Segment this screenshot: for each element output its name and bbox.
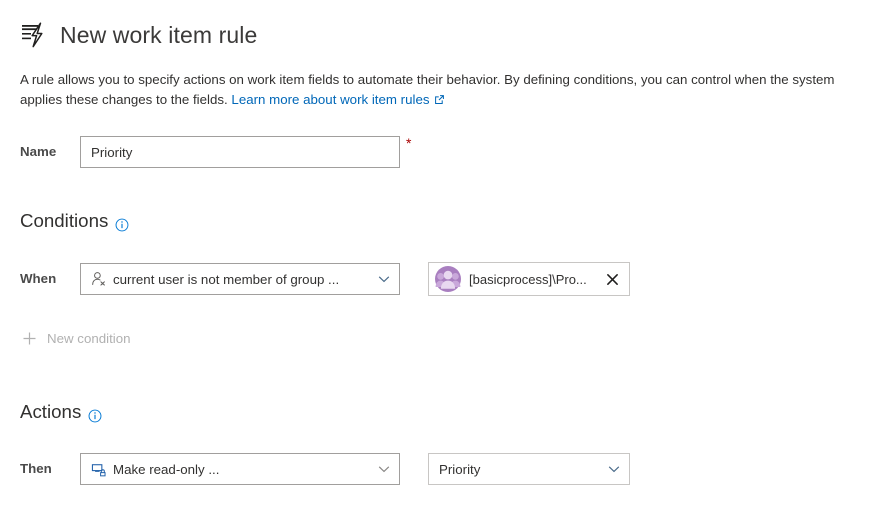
new-condition-button[interactable]: New condition — [0, 331, 131, 346]
learn-more-link[interactable]: Learn more about work item rules — [231, 92, 444, 107]
condition-type-value: current user is not member of group ... — [113, 272, 371, 287]
conditions-heading-label: Conditions — [20, 209, 108, 233]
then-row: Then Make read-only ... Priority — [0, 453, 630, 485]
action-field-value: Priority — [439, 462, 601, 477]
name-input[interactable] — [80, 136, 400, 168]
actions-heading-label: Actions — [20, 400, 81, 424]
chevron-down-icon — [377, 272, 391, 286]
group-avatar-icon — [435, 266, 461, 292]
action-field-dropdown[interactable]: Priority — [428, 453, 630, 485]
rule-description: A rule allows you to specify actions on … — [20, 70, 848, 110]
actions-heading: Actions — [0, 400, 102, 424]
conditions-info-icon[interactable] — [115, 214, 129, 228]
action-type-dropdown[interactable]: Make read-only ... — [80, 453, 400, 485]
rule-lightning-icon — [20, 20, 50, 50]
then-label: Then — [20, 461, 80, 477]
when-row: When current user is not member of group… — [0, 262, 630, 296]
name-field-shell: * — [80, 136, 411, 168]
chevron-down-icon — [607, 462, 621, 476]
make-read-only-icon — [91, 461, 107, 477]
identity-display-name: [basicprocess]\Pro... — [469, 272, 597, 287]
learn-more-label: Learn more about work item rules — [231, 92, 429, 107]
external-link-icon — [434, 91, 445, 102]
plus-icon — [22, 331, 37, 346]
name-row: Name * — [0, 136, 411, 168]
actions-info-icon[interactable] — [88, 405, 102, 419]
new-condition-label: New condition — [47, 331, 131, 346]
chevron-down-icon — [377, 462, 391, 476]
name-label: Name — [20, 144, 80, 160]
condition-type-dropdown[interactable]: current user is not member of group ... — [80, 263, 400, 295]
required-asterisk: * — [406, 138, 411, 148]
conditions-heading: Conditions — [0, 209, 129, 233]
when-label: When — [20, 271, 80, 287]
close-icon[interactable] — [603, 270, 621, 288]
action-type-value: Make read-only ... — [113, 462, 371, 477]
condition-identity-picker[interactable]: [basicprocess]\Pro... — [428, 262, 630, 296]
page-title: New work item rule — [60, 20, 257, 50]
page-header: New work item rule — [0, 0, 869, 52]
user-not-member-icon — [91, 271, 107, 287]
